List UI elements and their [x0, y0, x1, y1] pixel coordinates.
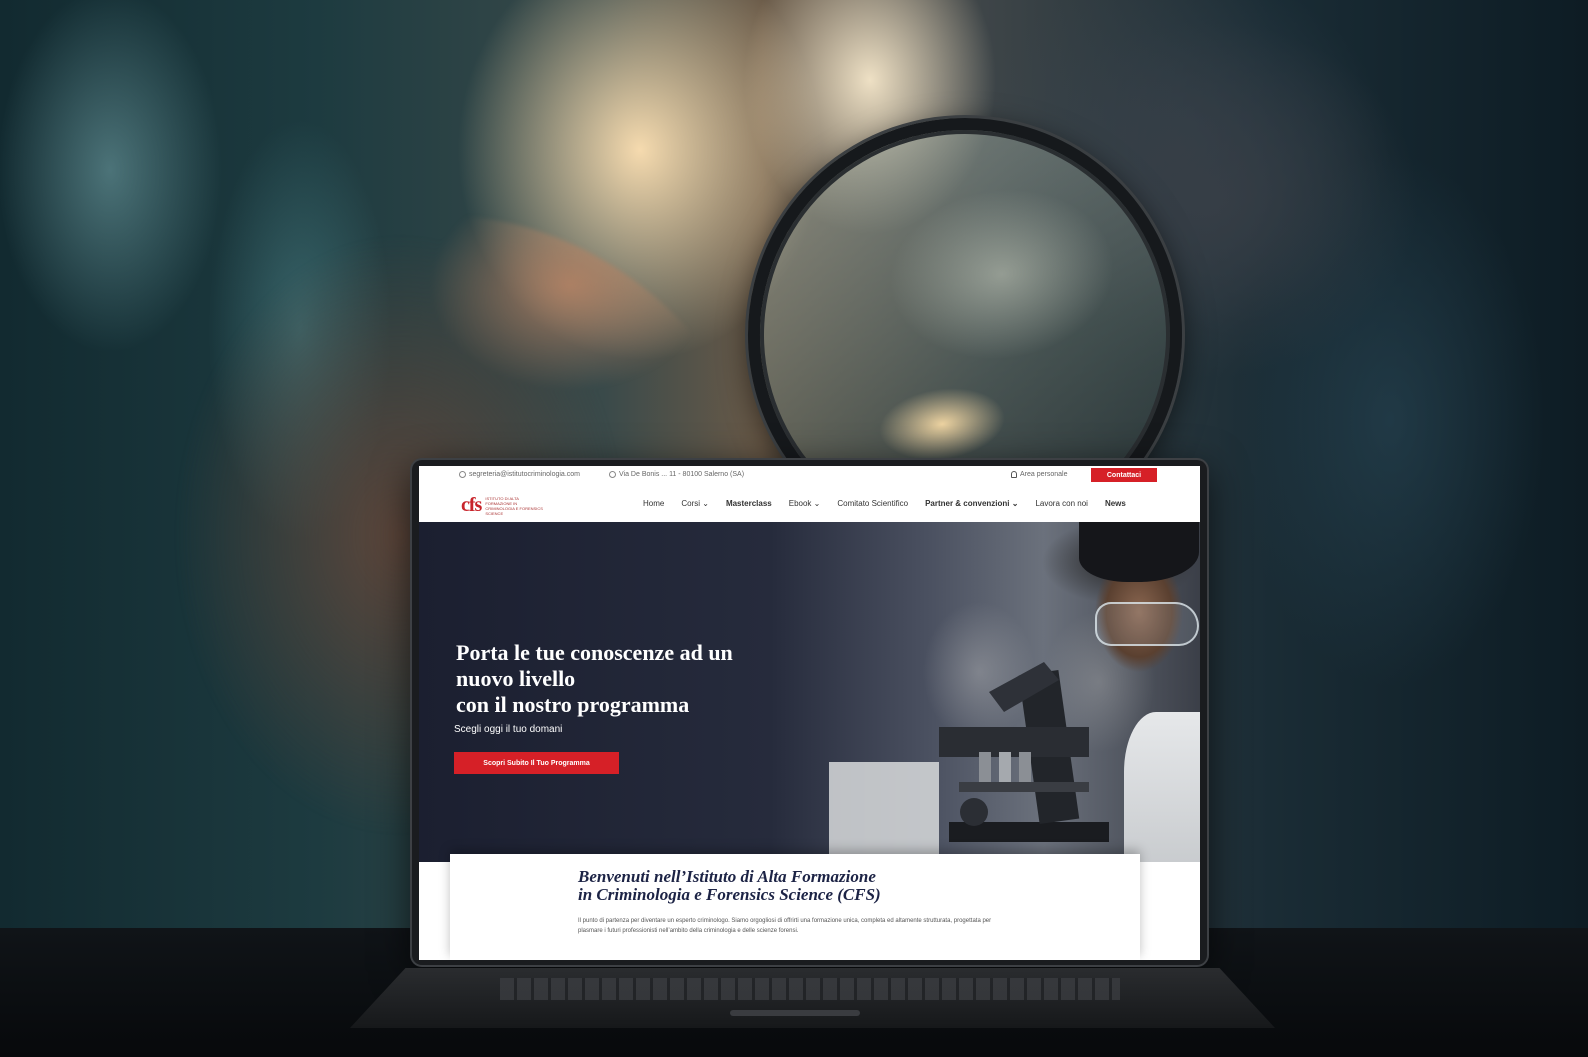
welcome-title-line2: in Criminologia e Forensics Science (CFS…	[578, 885, 881, 904]
welcome-title: Benvenuti nell’Istituto di Alta Formazio…	[578, 868, 1048, 904]
top-info-bar: segreteria@istitutocriminologia.com Via …	[419, 466, 1200, 484]
welcome-section: Benvenuti nell’Istituto di Alta Formazio…	[450, 854, 1140, 960]
address-contact: Via De Bonis ... 11 - 80100 Salerno (SA)	[609, 471, 744, 478]
site-logo[interactable]: cfs ISTITUTO DI ALTA FORMAZIONE IN CRIMI…	[461, 494, 545, 517]
mail-icon	[459, 471, 466, 478]
welcome-body: Il punto di partenza per diventare un es…	[578, 918, 992, 934]
safety-goggles	[1095, 602, 1199, 646]
main-navbar: cfs ISTITUTO DI ALTA FORMAZIONE IN CRIMI…	[419, 484, 1200, 523]
logo-tagline: ISTITUTO DI ALTA FORMAZIONE IN CRIMINOLO…	[485, 495, 543, 516]
nav-menu: Home Corsi ⌄ Masterclass Ebook ⌄ Comitat…	[643, 499, 1126, 508]
hero-subtitle: Scegli oggi il tuo domani	[454, 724, 563, 735]
laptop-keyboard	[500, 978, 1120, 1000]
laptop-trackpad	[730, 1010, 860, 1016]
email-text: segreteria@istitutocriminologia.com	[469, 471, 580, 478]
location-pin-icon	[609, 471, 616, 478]
nav-item-comitato[interactable]: Comitato Scientifico	[837, 499, 908, 508]
hero-title-line1: Porta le tue conoscenze ad un	[456, 640, 733, 665]
welcome-title-line1: Benvenuti nell’Istituto di Alta Formazio…	[578, 867, 876, 886]
email-contact[interactable]: segreteria@istitutocriminologia.com	[459, 471, 580, 478]
nav-item-lavora[interactable]: Lavora con noi	[1035, 499, 1087, 508]
discover-program-button[interactable]: Scopri Subito Il Tuo Programma	[454, 752, 619, 774]
hero-section: Porta le tue conoscenze ad un nuovo live…	[419, 522, 1200, 862]
nav-item-corsi[interactable]: Corsi ⌄	[681, 499, 709, 508]
laptop-screen-website: segreteria@istitutocriminologia.com Via …	[419, 466, 1200, 960]
nav-item-ebook[interactable]: Ebook ⌄	[789, 499, 821, 508]
hero-title-line3: con il nostro programma	[456, 692, 690, 717]
nav-item-masterclass[interactable]: Masterclass	[726, 499, 772, 508]
lab-coat	[1124, 712, 1200, 862]
logo-mark: cfs	[461, 494, 482, 516]
nav-item-news[interactable]: News	[1105, 499, 1126, 508]
user-icon	[1011, 471, 1017, 478]
area-personale-label: Area personale	[1020, 471, 1068, 478]
hero-title-line2: nuovo livello	[456, 666, 576, 691]
area-personale-link[interactable]: Area personale	[1011, 471, 1067, 478]
scientist-hair	[1079, 522, 1199, 582]
nav-item-partner[interactable]: Partner & convenzioni ⌄	[925, 499, 1018, 508]
hero-title: Porta le tue conoscenze ad un nuovo live…	[456, 640, 876, 718]
address-text: Via De Bonis ... 11 - 80100 Salerno (SA)	[619, 471, 745, 478]
nav-item-home[interactable]: Home	[643, 499, 664, 508]
contact-button[interactable]: Contattaci	[1091, 468, 1157, 482]
